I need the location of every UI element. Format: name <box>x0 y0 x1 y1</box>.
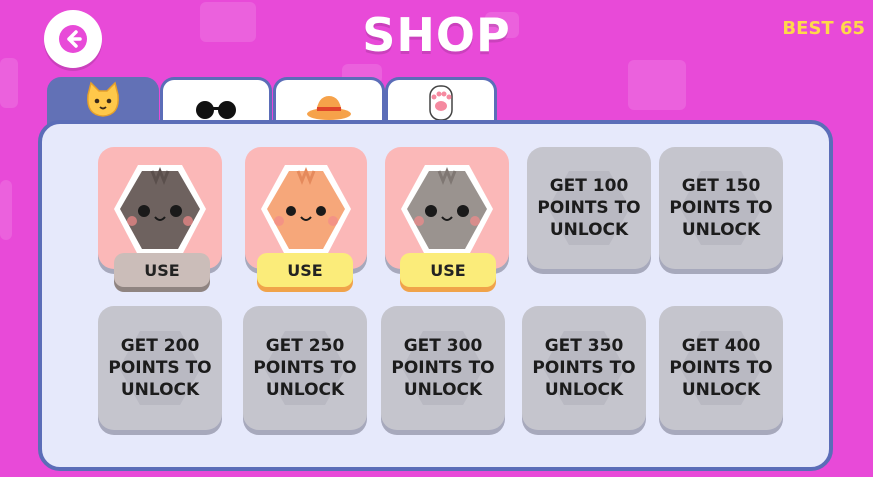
page-title: SHOP <box>362 8 511 62</box>
locked-slot-150[interactable]: GET 150 POINTS TO UNLOCK <box>659 147 783 269</box>
paw-icon <box>429 85 453 121</box>
background-pattern <box>628 60 686 110</box>
unlock-requirement: GET 200 POINTS TO UNLOCK <box>108 336 212 400</box>
cat-slot-1[interactable] <box>98 147 222 269</box>
locked-slot-350[interactable]: GET 350 POINTS TO UNLOCK <box>522 306 646 430</box>
locked-slot-300[interactable]: GET 300 POINTS TO UNLOCK <box>381 306 505 430</box>
unlock-requirement: GET 400 POINTS TO UNLOCK <box>669 336 773 400</box>
unlock-requirement: GET 250 POINTS TO UNLOCK <box>253 336 357 400</box>
use-button-cat-1[interactable]: USE <box>114 253 210 287</box>
cat-portrait <box>401 165 493 255</box>
cat-portrait <box>114 165 206 255</box>
locked-slot-100[interactable]: GET 100 POINTS TO UNLOCK <box>527 147 651 269</box>
use-button-cat-3[interactable]: USE <box>400 253 496 287</box>
locked-slot-400[interactable]: GET 400 POINTS TO UNLOCK <box>659 306 783 430</box>
unlock-requirement: GET 350 POINTS TO UNLOCK <box>532 336 636 400</box>
background-pattern <box>0 180 12 240</box>
locked-slot-200[interactable]: GET 200 POINTS TO UNLOCK <box>98 306 222 430</box>
cat-portrait <box>261 165 351 255</box>
unlock-requirement: GET 150 POINTS TO UNLOCK <box>669 176 773 240</box>
unlock-requirement: GET 300 POINTS TO UNLOCK <box>391 336 495 400</box>
cat-slot-2[interactable] <box>245 147 367 269</box>
best-score: BEST 65 <box>782 18 865 39</box>
cat-face-icon <box>87 81 119 117</box>
use-button-cat-2[interactable]: USE <box>257 253 353 287</box>
background-pattern <box>0 58 18 108</box>
locked-slot-250[interactable]: GET 250 POINTS TO UNLOCK <box>243 306 367 430</box>
unlock-requirement: GET 100 POINTS TO UNLOCK <box>537 176 641 240</box>
cat-slot-3[interactable] <box>385 147 509 269</box>
